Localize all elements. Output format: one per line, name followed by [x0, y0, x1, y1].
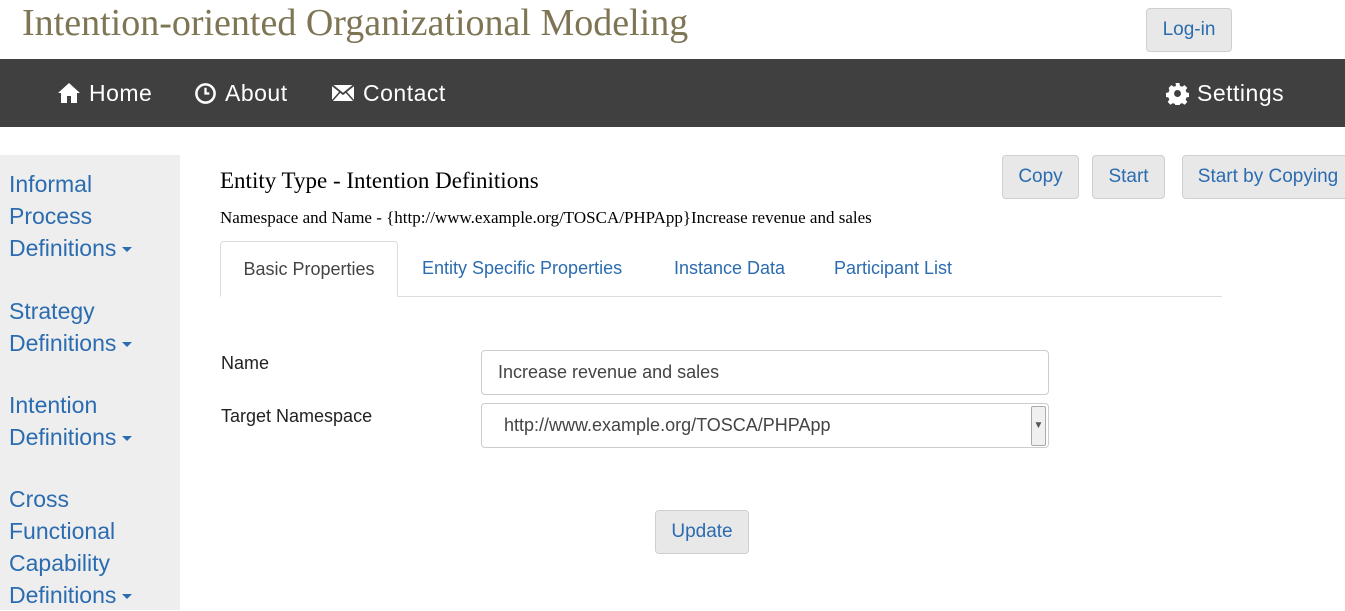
home-icon	[58, 83, 80, 103]
name-input[interactable]	[481, 350, 1049, 395]
sidebar-item-cross-functional[interactable]: Cross Functional Capability Definitions	[9, 483, 174, 611]
caret-down-icon	[122, 247, 133, 253]
gear-icon	[1166, 82, 1189, 105]
top-navbar: Home About Contact Settings	[0, 59, 1345, 127]
update-button[interactable]: Update	[655, 510, 749, 554]
sidebar-item-intention[interactable]: Intention Definitions	[9, 389, 174, 453]
nav-about-label: About	[225, 79, 288, 106]
envelope-icon	[331, 84, 355, 102]
sidebar-item-label: Strategy Definitions	[9, 298, 117, 356]
caret-down-icon	[122, 594, 133, 600]
app-title: Intention-oriented Organizational Modeli…	[22, 2, 689, 44]
caret-down-icon	[122, 436, 133, 442]
caret-down-icon	[122, 342, 133, 348]
sidebar-item-informal-process[interactable]: Informal Process Definitions	[9, 168, 174, 264]
target-namespace-label: Target Namespace	[221, 406, 373, 426]
tab-basic-properties[interactable]: Basic Properties	[220, 241, 398, 297]
start-by-copying-button[interactable]: Start by Copying	[1182, 155, 1345, 199]
nav-about[interactable]: About	[194, 59, 288, 127]
name-label: Name	[221, 353, 270, 373]
nav-home-label: Home	[89, 79, 153, 106]
login-button[interactable]: Log-in	[1146, 8, 1232, 52]
start-button[interactable]: Start	[1092, 155, 1165, 199]
nav-contact-label: Contact	[363, 79, 446, 106]
nav-home[interactable]: Home	[57, 59, 152, 127]
page-title: Entity Type - Intention Definitions	[220, 168, 539, 193]
tab-entity-specific-properties[interactable]: Entity Specific Properties	[422, 241, 622, 296]
copy-button[interactable]: Copy	[1002, 155, 1079, 199]
clock-icon	[195, 82, 216, 104]
namespace-and-name: Namespace and Name - {http://www.example…	[220, 208, 872, 227]
nav-contact[interactable]: Contact	[331, 59, 446, 127]
sidebar: Informal Process Definitions Strategy De…	[0, 155, 180, 610]
target-namespace-value: http://www.example.org/TOSCA/PHPApp	[504, 415, 831, 435]
tab-bar: Basic Properties Entity Specific Propert…	[220, 241, 1222, 297]
nav-settings-label: Settings	[1197, 79, 1285, 106]
sidebar-item-strategy[interactable]: Strategy Definitions	[9, 295, 174, 359]
sidebar-item-label: Intention Definitions	[9, 392, 117, 450]
sidebar-item-label: Informal Process Definitions	[9, 171, 117, 261]
tab-participant-list[interactable]: Participant List	[834, 241, 952, 296]
target-namespace-select[interactable]: http://www.example.org/TOSCA/PHPApp ▼	[481, 403, 1049, 448]
nav-settings[interactable]: Settings	[1166, 59, 1284, 127]
chevron-down-icon: ▼	[1031, 405, 1046, 446]
sidebar-item-label: Cross Functional Capability Definitions	[9, 486, 117, 608]
tab-instance-data[interactable]: Instance Data	[674, 241, 785, 296]
